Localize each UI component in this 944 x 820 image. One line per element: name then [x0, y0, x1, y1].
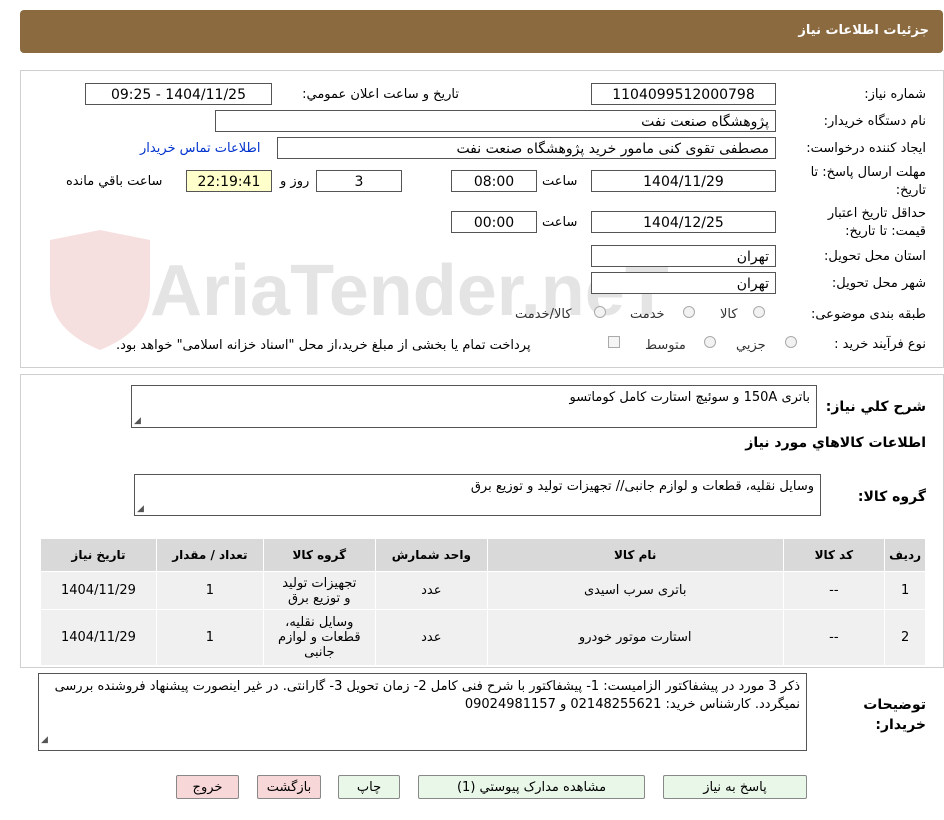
treasury-payment-checkbox[interactable] — [608, 336, 620, 348]
province-label: استان محل تحویل: — [824, 249, 926, 264]
process-label: نوع فرآیند خرید : — [834, 337, 926, 352]
view-attachments-button[interactable]: مشاهده مدارک پیوستي (1) — [418, 775, 645, 799]
col-group: گروه کالا — [262, 538, 376, 572]
requester-field: مصطفی تقوی کنی مامور خرید پژوهشگاه صنعت … — [277, 137, 776, 159]
deadline-time-field: 08:00 — [451, 170, 537, 192]
exit-button[interactable]: خروج — [176, 775, 239, 799]
cell-date: 1404/11/29 — [40, 571, 157, 610]
announce-field: 1404/11/25 - 09:25 — [85, 83, 272, 105]
process-minor-label: جزیي — [736, 338, 766, 353]
cell-code: -- — [782, 609, 886, 666]
deadline-label: مهلت ارسال پاسخ: تا تاریخ: — [810, 165, 926, 198]
cell-date: 1404/11/29 — [40, 609, 157, 666]
table-row: 1 -- باتری سرب اسیدی عدد تجهیزات تولید و… — [40, 571, 926, 610]
col-name: نام کالا — [486, 538, 784, 572]
goods-group-label: گروه کالا: — [857, 489, 926, 505]
col-code: کد کالا — [782, 538, 886, 572]
buyer-notes-field: ذکر 3 مورد در پیشفاکتور الزامیست: 1- پیش… — [38, 673, 807, 751]
buyer-notes-label: توضیحات خریدار: — [863, 697, 926, 733]
cell-row: 2 — [884, 609, 926, 666]
deadline-date-field: 1404/11/29 — [591, 170, 776, 192]
resize-grip-icon[interactable]: ◢ — [41, 731, 48, 749]
goods-group-field: وسایل نقلیه، قطعات و لوازم جانبی// تجهیز… — [134, 474, 821, 516]
general-description-label: شرح کلي نیاز: — [825, 399, 926, 415]
need-number-label: شماره نیاز: — [864, 87, 926, 102]
goods-group-text: وسایل نقلیه، قطعات و لوازم جانبی// تجهیز… — [470, 479, 814, 494]
city-field: تهران — [591, 272, 776, 294]
cell-unit: عدد — [374, 609, 488, 666]
category-radio-both[interactable] — [594, 306, 606, 318]
remaining-label: ساعت باقي مانده — [66, 174, 163, 189]
col-unit: واحد شمارش — [374, 538, 488, 572]
col-qty: تعداد / مقدار — [155, 538, 264, 572]
category-radio-service[interactable] — [683, 306, 695, 318]
reply-button[interactable]: پاسخ به نیاز — [663, 775, 807, 799]
category-goods-label: کالا — [720, 307, 738, 322]
back-button[interactable]: بازگشت — [257, 775, 321, 799]
buyer-org-label: نام دستگاه خريدار: — [823, 114, 926, 129]
table-row: 2 -- استارت موتور خودرو عدد وسایل نقلیه،… — [40, 609, 926, 666]
buyer-org-field: پژوهشگاه صنعت نفت — [215, 110, 776, 132]
announce-label: تاریخ و ساعت اعلان عمومي: — [302, 87, 459, 102]
requester-label: ایجاد کننده درخواست: — [806, 141, 926, 156]
validity-time-field: 00:00 — [451, 211, 537, 233]
buyer-contact-link[interactable]: اطلاعات تماس خريدار — [140, 141, 260, 156]
process-radio-minor[interactable] — [785, 336, 797, 348]
print-button[interactable]: چاپ — [338, 775, 400, 799]
cell-group: تجهیزات تولید و توزیع برق — [262, 571, 376, 610]
general-description-text: باتری 150A و سوئیچ استارت کامل کوماتسو — [569, 390, 810, 405]
category-service-label: خدمت — [630, 307, 665, 322]
cell-name: استارت موتور خودرو — [486, 609, 784, 666]
city-label: شهر محل تحویل: — [831, 276, 926, 291]
cell-code: -- — [782, 571, 886, 610]
resize-grip-icon[interactable]: ◢ — [137, 504, 144, 514]
cell-row: 1 — [884, 571, 926, 610]
cell-name: باتری سرب اسیدی — [486, 571, 784, 610]
validity-time-label: ساعت — [542, 215, 578, 230]
days-field: 3 — [316, 170, 402, 192]
page-title: جزئیات اطلاعات نیاز — [798, 23, 929, 38]
table-header-row: ردیف کد کالا نام کالا واحد شمارش گروه کا… — [40, 538, 926, 572]
validity-date-field: 1404/12/25 — [591, 211, 776, 233]
cell-qty: 1 — [155, 571, 264, 610]
remaining-time-field: 22:19:41 — [186, 170, 272, 192]
category-label: طبقه بندی موضوعی: — [810, 307, 926, 322]
col-date: تاریخ نیاز — [40, 538, 157, 572]
province-field: تهران — [591, 245, 776, 267]
process-medium-label: متوسط — [645, 338, 686, 353]
validity-label: حداقل تاریخ اعتبار قیمت: تا تاریخ: — [827, 206, 926, 239]
cell-unit: عدد — [374, 571, 488, 610]
deadline-time-label: ساعت — [542, 174, 578, 189]
buyer-notes-text: ذکر 3 مورد در پیشفاکتور الزامیست: 1- پیش… — [54, 679, 800, 712]
general-description-field: باتری 150A و سوئیچ استارت کامل کوماتسو ◢ — [131, 385, 817, 428]
category-both-label: کالا/خدمت — [515, 307, 572, 322]
goods-info-title: اطلاعات کالاهاي مورد نیاز — [745, 435, 926, 451]
process-radio-medium[interactable] — [704, 336, 716, 348]
page-header: جزئیات اطلاعات نیاز — [20, 10, 943, 53]
items-table: ردیف کد کالا نام کالا واحد شمارش گروه کا… — [40, 538, 926, 666]
resize-grip-icon[interactable]: ◢ — [134, 416, 141, 426]
payment-note: پرداخت تمام یا بخشی از مبلغ خرید،از محل … — [116, 338, 531, 353]
col-row: ردیف — [884, 538, 926, 572]
cell-qty: 1 — [155, 609, 264, 666]
need-number-field: 1104099512000798 — [591, 83, 776, 105]
cell-group: وسایل نقلیه، قطعات و لوازم جانبی — [262, 609, 376, 666]
category-radio-goods[interactable] — [753, 306, 765, 318]
days-label: روز و — [280, 174, 310, 189]
